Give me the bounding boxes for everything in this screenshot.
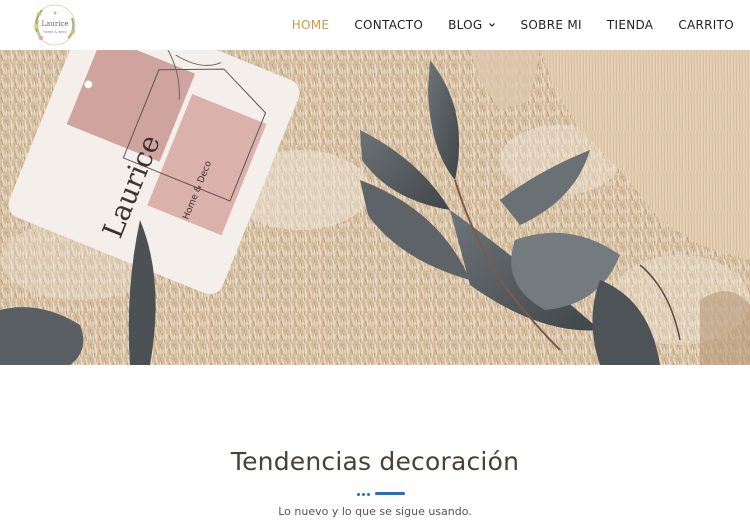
nav-blog-label: BLOG — [448, 18, 483, 32]
nav-carrito[interactable]: CARRITO — [678, 18, 734, 32]
logo-subtext: home & deco — [43, 30, 66, 34]
nav-contacto[interactable]: CONTACTO — [354, 18, 423, 32]
site-header: Laurice home & deco HOME CONTACTO BLOG S… — [0, 0, 750, 50]
nav-blog[interactable]: BLOG — [448, 18, 495, 32]
nav-tienda[interactable]: TIENDA — [607, 18, 653, 32]
logo-text: Laurice — [42, 20, 69, 28]
nav-tienda-label: TIENDA — [606, 18, 654, 32]
nav-contacto-label: CONTACTO — [354, 18, 424, 32]
section-subtitle: Lo nuevo y lo que se sigue usando. — [278, 505, 472, 518]
title-divider — [357, 492, 405, 496]
main-nav: HOME CONTACTO BLOG SOBRE MI TIENDA CARRI… — [267, 0, 734, 50]
nav-sobre-mi-label: SOBRE MI — [520, 18, 582, 32]
chevron-down-icon — [488, 23, 495, 27]
nav-home[interactable]: HOME — [292, 18, 330, 32]
hero-image: Laurice Home & Deco — [0, 50, 750, 365]
nav-sobre-mi[interactable]: SOBRE MI — [521, 18, 582, 32]
nav-home-label: HOME — [291, 18, 330, 32]
section-title: Tendencias decoración — [230, 447, 520, 476]
nav-carrito-label: CARRITO — [678, 18, 734, 32]
site-logo[interactable]: Laurice home & deco — [28, 2, 82, 48]
